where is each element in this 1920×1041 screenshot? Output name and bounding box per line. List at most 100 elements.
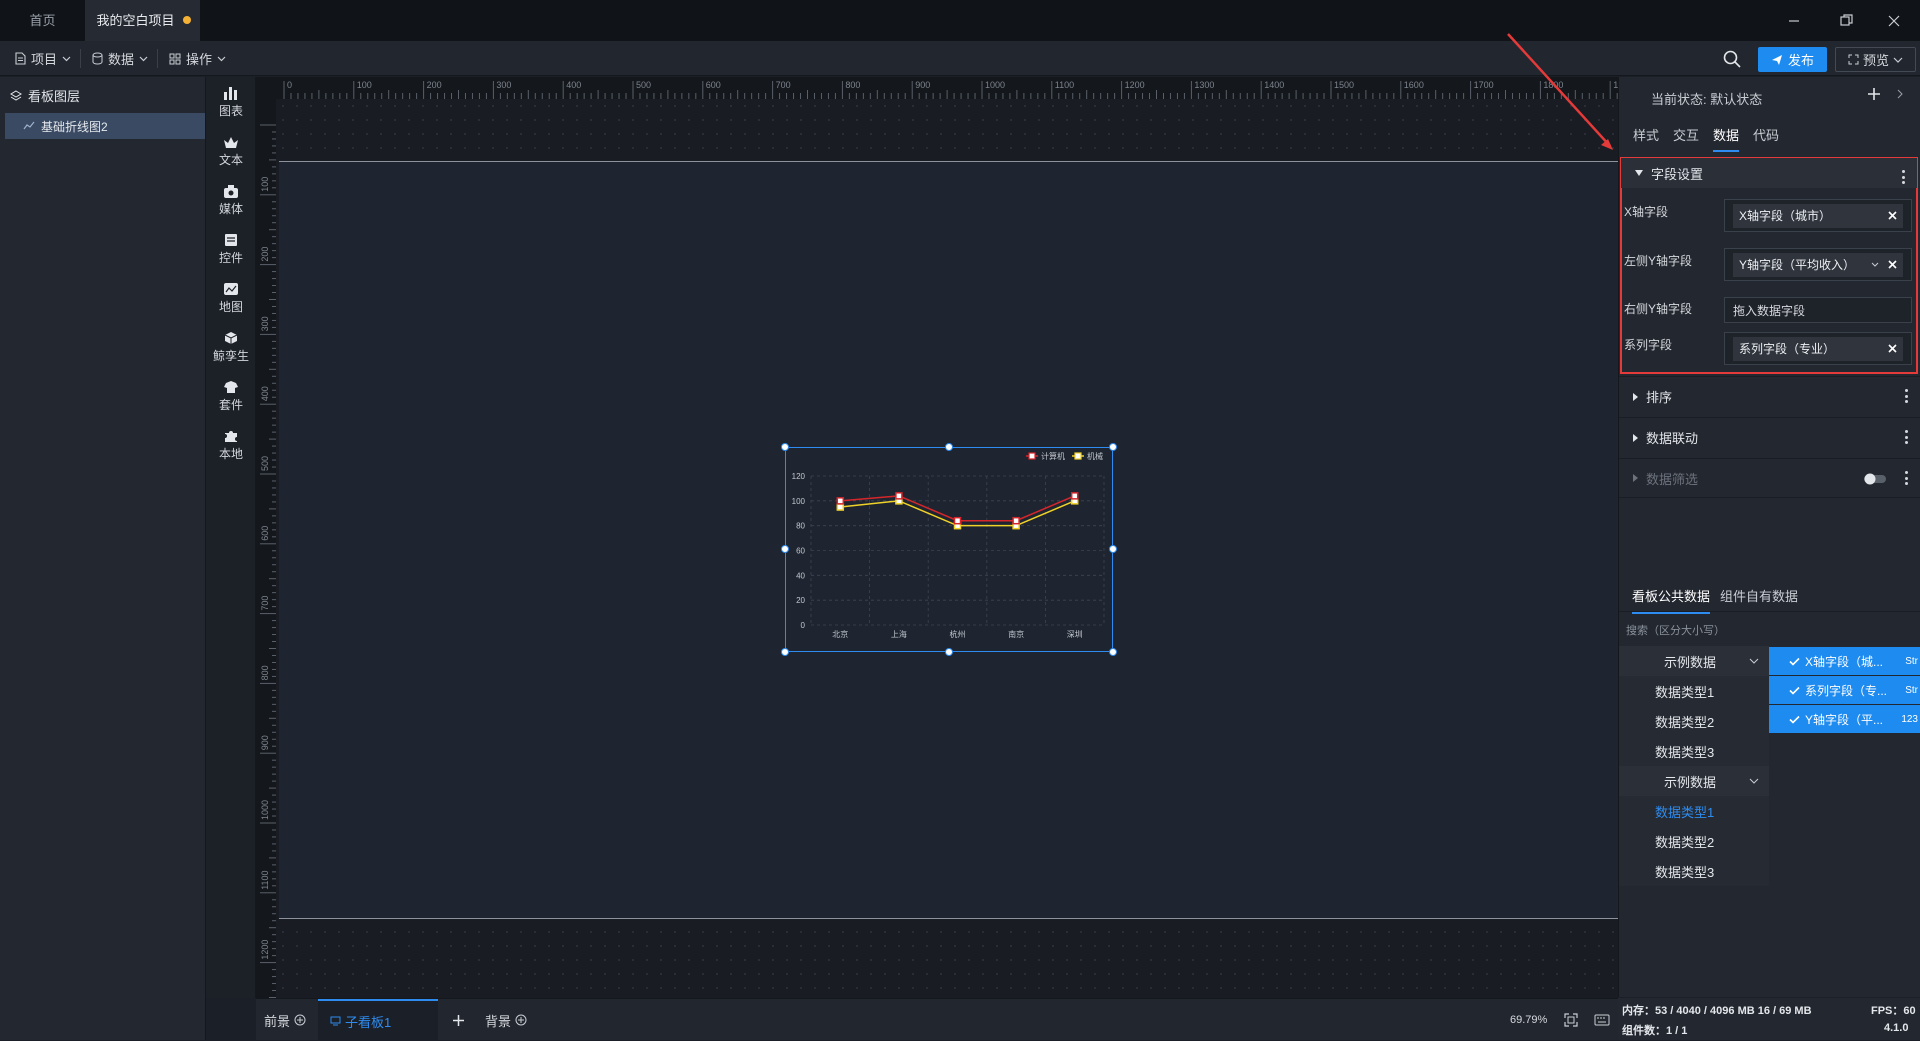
tree-item[interactable]: 数据类型1 <box>1619 676 1769 706</box>
line-chart: 0 20 40 60 80 100 120 北京 上海 杭州 南京 深圳 计算机 机械 <box>792 451 1105 639</box>
tab-background[interactable]: 背景 <box>485 999 527 1041</box>
more-icon[interactable] <box>1905 389 1908 403</box>
more-icon[interactable] <box>1905 471 1908 485</box>
menu-data[interactable]: 数据 <box>92 41 159 76</box>
tab-sub-board[interactable]: 子看板1 <box>318 999 438 1041</box>
remove-icon[interactable] <box>1888 344 1897 353</box>
tree-group[interactable]: 示例数据 <box>1619 766 1769 796</box>
more-icon[interactable] <box>1902 170 1905 184</box>
tree-item[interactable]: 数据类型3 <box>1619 736 1769 766</box>
database-icon <box>92 52 103 65</box>
filter-toggle[interactable] <box>1864 473 1888 485</box>
expand-state-button[interactable] <box>1897 89 1903 99</box>
tree-item[interactable]: 数据类型3 <box>1619 856 1769 886</box>
data-link-section[interactable]: 数据联动 <box>1619 417 1920 457</box>
tab-code[interactable]: 代码 <box>1753 125 1779 152</box>
field-item[interactable]: 系列字段（专... Str <box>1769 676 1920 704</box>
component-text[interactable]: 文本 <box>206 126 256 176</box>
remove-icon[interactable] <box>1888 260 1897 269</box>
tab-home[interactable]: 首页 <box>0 0 85 41</box>
component-twin[interactable]: 鲸孪生 <box>206 322 256 372</box>
line-chart-component[interactable]: 0 20 40 60 80 100 120 北京 上海 杭州 南京 深圳 计算机 机械 <box>785 447 1113 652</box>
resize-handle-tl[interactable] <box>781 443 789 451</box>
ruler-label: 600 <box>260 526 270 541</box>
tree-item[interactable]: 数据类型2 <box>1619 826 1769 856</box>
preview-button[interactable]: 预览 <box>1835 47 1916 72</box>
tab-public-data[interactable]: 看板公共数据 <box>1632 586 1711 614</box>
ruler-label: 1000 <box>260 800 270 820</box>
field-item[interactable]: Y轴字段（平... 123 <box>1769 705 1920 733</box>
minimize-button[interactable] <box>1768 0 1820 41</box>
field-settings-header[interactable]: 字段设置 <box>1621 158 1917 188</box>
layer-item[interactable]: 基础折线图2 <box>5 113 205 139</box>
close-window-button[interactable] <box>1868 0 1920 41</box>
series-field-input[interactable]: 系列字段（专业） <box>1724 332 1912 365</box>
component-media[interactable]: 媒体 <box>206 175 256 225</box>
data-search-input[interactable]: 搜索（区分大小写） <box>1626 622 1725 638</box>
publish-button[interactable]: 发布 <box>1758 47 1827 72</box>
add-circle-icon[interactable] <box>294 1014 306 1026</box>
series-field-label: 系列字段 <box>1624 338 1673 352</box>
left-y-field-input[interactable]: Y轴字段（平均收入） <box>1724 248 1912 281</box>
menu-project[interactable]: 项目 <box>14 41 82 76</box>
x-field-input[interactable]: X轴字段（城市） <box>1724 199 1912 232</box>
resize-handle-tr[interactable] <box>1109 443 1117 451</box>
tab-data[interactable]: 数据 <box>1713 125 1740 152</box>
add-circle-icon[interactable] <box>515 1014 527 1026</box>
zoom-level[interactable]: 69.79% <box>1510 999 1547 1041</box>
component-control[interactable]: 控件 <box>206 224 256 274</box>
menu-operate[interactable]: 操作 <box>169 41 226 76</box>
field-item[interactable]: X轴字段（城... Str <box>1769 647 1920 675</box>
divider <box>1619 611 1920 612</box>
chevron-down-icon[interactable] <box>1871 262 1879 267</box>
keyboard-button[interactable] <box>1594 999 1610 1041</box>
search-button[interactable] <box>1723 50 1741 68</box>
control-icon <box>225 233 237 246</box>
add-board-button[interactable] <box>452 999 465 1041</box>
tab-style[interactable]: 样式 <box>1633 125 1659 152</box>
component-map[interactable]: 地图 <box>206 273 256 323</box>
resize-handle-t[interactable] <box>945 443 953 451</box>
ruler-left: 100 200 300 400 500 600 700 800 900 1000 1100 1200 <box>256 77 276 998</box>
series-field-chip[interactable]: 系列字段（专业） <box>1733 336 1903 361</box>
component-chart[interactable]: 图表 <box>206 77 256 127</box>
ruler-label: 900 <box>260 735 270 750</box>
layers-panel: 看板图层 基础折线图2 <box>0 77 206 1040</box>
tab-foreground[interactable]: 前景 <box>264 999 306 1041</box>
left-y-field-chip[interactable]: Y轴字段（平均收入） <box>1733 252 1903 277</box>
tree-item[interactable]: 数据类型2 <box>1619 706 1769 736</box>
right-y-field-input[interactable]: 拖入数据字段 <box>1724 297 1912 323</box>
x-field-chip[interactable]: X轴字段（城市） <box>1733 203 1903 228</box>
tab-project[interactable]: 我的空白项目 <box>85 0 200 41</box>
tree-item-active[interactable]: 数据类型1 <box>1619 796 1769 826</box>
data-filter-section[interactable]: 数据筛选 <box>1619 458 1920 498</box>
tree-group[interactable]: 示例数据 <box>1619 646 1769 676</box>
ruler-label: 900 <box>915 80 930 90</box>
sort-section[interactable]: 排序 <box>1619 376 1920 416</box>
ruler-label: 300 <box>260 316 270 331</box>
y-tick-label: 60 <box>796 547 805 556</box>
tab-interaction[interactable]: 交互 <box>1673 125 1699 152</box>
data-point <box>1012 516 1020 525</box>
file-icon <box>15 52 26 65</box>
chevron-down-icon <box>217 56 226 61</box>
tab-own-data[interactable]: 组件自有数据 <box>1720 586 1798 614</box>
add-state-button[interactable] <box>1867 87 1881 101</box>
ruler-label: 200 <box>260 247 270 262</box>
caret-right-icon <box>1633 433 1638 442</box>
resize-handle-b[interactable] <box>945 648 953 656</box>
resize-handle-br[interactable] <box>1109 648 1117 656</box>
remove-icon[interactable] <box>1888 211 1897 220</box>
left-y-field-label: 左侧Y轴字段 <box>1624 254 1693 268</box>
restore-button[interactable] <box>1820 0 1872 41</box>
ruler-label: 800 <box>845 80 860 90</box>
x-tick-label: 南京 <box>1008 629 1024 639</box>
resize-handle-l[interactable] <box>781 545 789 553</box>
resize-handle-r[interactable] <box>1109 545 1117 553</box>
resize-handle-bl[interactable] <box>781 648 789 656</box>
fit-screen-button[interactable] <box>1564 999 1578 1041</box>
layers-header: 看板图层 <box>10 86 80 105</box>
component-kit[interactable]: 套件 <box>206 371 256 421</box>
component-local[interactable]: 本地 <box>206 420 256 470</box>
more-icon[interactable] <box>1905 430 1908 444</box>
